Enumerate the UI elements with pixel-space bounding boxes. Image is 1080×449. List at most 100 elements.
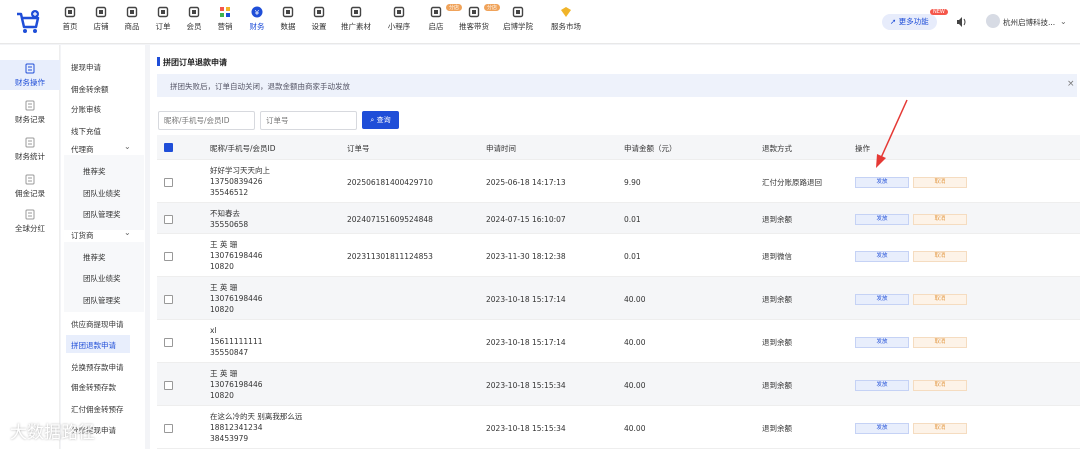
secondary-nav-item[interactable]: 线下充值 — [71, 126, 101, 137]
nav-label: 小程序 — [387, 22, 411, 31]
cancel-button[interactable]: 取消 — [913, 379, 967, 391]
secondary-nav-group-agent[interactable]: 代理商 — [71, 144, 94, 155]
secondary-nav-subitem[interactable]: 推荐奖 — [83, 252, 106, 263]
order-number: 202506181400429710 — [347, 177, 433, 187]
secondary-nav-item[interactable]: 分账审核 — [71, 104, 101, 115]
more-features-button[interactable]: ➚ 更多功能 — [882, 14, 937, 30]
primary-nav-item-3[interactable]: 佣金记录 — [0, 171, 60, 201]
nav-item-13[interactable]: 启博学院 — [498, 6, 538, 32]
market-icon — [561, 7, 571, 17]
primary-nav-label: 财务操作 — [15, 78, 45, 87]
nav-item-12[interactable]: 推客带货 分店 — [454, 4, 500, 32]
cancel-button[interactable]: 取消 — [913, 176, 967, 188]
academy-icon — [512, 6, 524, 18]
apply-time: 2023-10-18 15:15:34 — [486, 423, 566, 433]
row-checkbox[interactable] — [164, 337, 173, 347]
member-id: 35546512 — [210, 188, 249, 197]
member-id: 35550658 — [210, 219, 249, 229]
refund-method: 退到余额 — [762, 214, 792, 224]
member-phone: 18812341234 — [210, 423, 263, 432]
cancel-button[interactable]: 取消 — [913, 213, 967, 225]
close-icon[interactable]: × — [1067, 79, 1075, 89]
avatar[interactable] — [986, 14, 1000, 28]
grant-button[interactable]: 发放 — [855, 250, 909, 262]
home-icon — [64, 6, 76, 18]
row-checkbox[interactable] — [164, 177, 173, 187]
row-checkbox[interactable] — [164, 423, 173, 433]
grant-button[interactable]: 发放 — [855, 379, 909, 391]
nav-item-10[interactable]: 小程序 — [379, 6, 419, 32]
watermark: 大数据路径 — [10, 423, 95, 443]
search-button[interactable]: ⌕ 查询 — [362, 111, 399, 129]
chevron-down-icon[interactable]: ⌄ — [124, 142, 131, 151]
member-phone: 15611111111 — [210, 337, 263, 346]
member-id: 10820 — [210, 262, 234, 271]
primary-nav-label: 财务统计 — [15, 152, 45, 161]
apply-amount: 40.00 — [624, 294, 646, 304]
secondary-nav-group-distributor[interactable]: 订货商 — [71, 230, 94, 241]
cart-logo-icon[interactable] — [14, 8, 42, 36]
row-checkbox[interactable] — [164, 214, 173, 224]
select-all-checkbox[interactable] — [164, 143, 173, 152]
refund-method: 退到微信 — [762, 251, 792, 261]
chevron-down-icon[interactable]: ⌄ — [124, 228, 131, 237]
grant-button[interactable]: 发放 — [855, 213, 909, 225]
secondary-nav-subitem[interactable]: 团队管理奖 — [83, 209, 121, 220]
finance-icon: ¥ — [251, 6, 263, 18]
secondary-nav-item[interactable]: 佣金转余额 — [71, 84, 109, 95]
secondary-nav-subitem[interactable]: 团队业绩奖 — [83, 188, 121, 199]
stats-icon — [25, 137, 35, 148]
member-nickname: 王 英 珊 — [210, 369, 238, 378]
primary-nav-item-2[interactable]: 财务统计 — [0, 134, 60, 164]
row-checkbox[interactable] — [164, 294, 173, 304]
secondary-nav-item[interactable]: 供应商提现申请 — [71, 319, 124, 330]
secondary-nav-item[interactable]: 佣金转预存款 — [71, 382, 116, 393]
primary-nav-item-4[interactable]: 全球分红 — [0, 206, 60, 236]
secondary-nav-subitem[interactable]: 团队业绩奖 — [83, 273, 121, 284]
nav-item-11[interactable]: 启店 分店 — [416, 4, 462, 32]
cancel-button[interactable]: 取消 — [913, 336, 967, 348]
nav-label: 推广素材 — [341, 22, 371, 31]
secondary-nav-item[interactable]: 兑换预存款申请 — [71, 362, 124, 373]
grant-button[interactable]: 发放 — [855, 176, 909, 188]
secondary-nav-item[interactable]: 提现申请 — [71, 62, 101, 73]
nav-item-8[interactable]: 设置 — [299, 6, 339, 32]
apply-time: 2023-10-18 15:17:14 — [486, 337, 566, 347]
grant-button[interactable]: 发放 — [855, 422, 909, 434]
member-search-input[interactable] — [158, 111, 255, 130]
nav-item-14[interactable]: 服务市场 — [546, 6, 586, 32]
secondary-nav-subitem[interactable]: 团队管理奖 — [83, 295, 121, 306]
miniapp-icon — [393, 6, 405, 18]
notice-text: 拼团失败后，订单自动关闭，退款金额由商家手动发放 — [170, 82, 350, 91]
apply-amount: 40.00 — [624, 380, 646, 390]
secondary-nav-item[interactable]: 汇付佣金转预存 — [71, 404, 124, 415]
primary-nav-item-0[interactable]: 财务操作 — [0, 60, 60, 90]
cancel-button[interactable]: 取消 — [913, 422, 967, 434]
apply-time: 2023-10-18 15:17:14 — [486, 294, 566, 304]
apply-amount: 9.90 — [624, 177, 641, 187]
shop-name[interactable]: 杭州启博科技... — [1003, 17, 1055, 28]
row-checkbox[interactable] — [164, 251, 173, 261]
order-number-input[interactable] — [260, 111, 357, 130]
header-action: 操作 — [855, 144, 870, 153]
nav-label: 启店 — [428, 22, 444, 31]
global-dividend-icon — [25, 209, 35, 220]
cancel-button[interactable]: 取消 — [913, 250, 967, 262]
member-phone: 13076198446 — [210, 294, 263, 303]
chevron-down-icon[interactable]: ⌄ — [1060, 17, 1067, 26]
nav-item-9[interactable]: 推广素材 — [336, 6, 376, 32]
apply-time: 2023-11-30 18:12:38 — [486, 251, 566, 261]
nav-label: 订单 — [155, 22, 171, 31]
row-checkbox[interactable] — [164, 380, 173, 390]
primary-nav-label: 佣金记录 — [15, 189, 45, 198]
grant-button[interactable]: 发放 — [855, 293, 909, 305]
table-header — [157, 135, 1080, 160]
secondary-nav-subitem[interactable]: 推荐奖 — [83, 166, 106, 177]
primary-nav-item-1[interactable]: 财务记录 — [0, 97, 60, 127]
speaker-icon[interactable] — [955, 16, 967, 28]
shop-icon — [430, 6, 442, 18]
page-title: 拼团订单退款申请 — [163, 58, 227, 67]
secondary-nav-item-active[interactable]: 拼团退款申请 — [71, 340, 116, 351]
cancel-button[interactable]: 取消 — [913, 293, 967, 305]
grant-button[interactable]: 发放 — [855, 336, 909, 348]
